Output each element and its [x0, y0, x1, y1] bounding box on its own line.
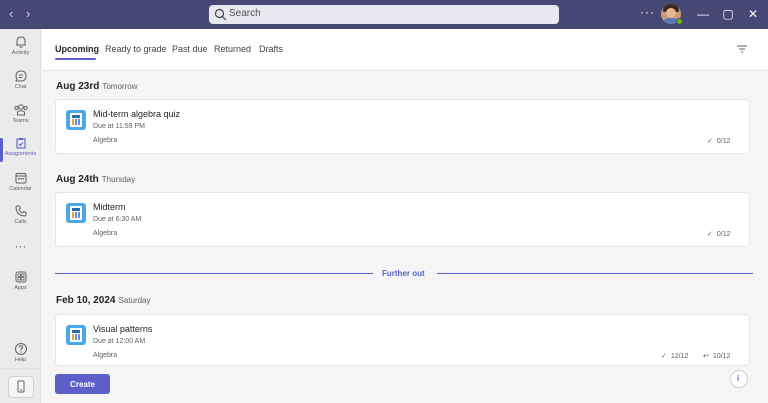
search-icon — [214, 8, 227, 21]
search-placeholder: Search — [229, 8, 261, 19]
help-icon — [14, 343, 27, 355]
assignment-card[interactable]: Visual patterns Due at 12:00 AM Algebra … — [55, 314, 750, 366]
close-icon[interactable]: ✕ — [745, 5, 761, 23]
return-arrow-icon: ↩ — [703, 353, 709, 360]
rail-label: Apps — [14, 285, 27, 291]
returned-count: ↩ 10/12 — [703, 352, 730, 360]
calculator-icon — [66, 110, 86, 130]
turned-in-value: 0/12 — [716, 231, 731, 238]
group-day-label: Tomorrow — [102, 82, 138, 91]
group-date-header: Aug 24th Thursday — [56, 174, 135, 185]
assignment-due: Due at 11:59 PM — [93, 123, 146, 130]
turned-in-count: ✓ 0/12 — [707, 230, 731, 238]
phone-icon — [14, 205, 26, 217]
rail-label: Calendar — [9, 186, 32, 192]
group-day-label: Saturday — [118, 296, 151, 305]
rail-item-chat[interactable]: Chat — [0, 67, 41, 99]
tab-upcoming[interactable]: Upcoming — [55, 44, 99, 54]
mobile-app-button[interactable] — [8, 376, 34, 398]
group-date-header: Feb 10, 2024 Saturday — [56, 295, 151, 306]
tab-bar: Upcoming Ready to grade Past due Returne… — [42, 29, 768, 71]
chat-icon — [14, 70, 27, 82]
rail-item-activity[interactable]: Activity — [0, 33, 41, 65]
rail-label: Teams — [12, 118, 29, 124]
bell-icon — [15, 36, 26, 48]
calendar-icon — [15, 173, 26, 184]
divider-label: Further out — [382, 269, 425, 278]
calculator-icon — [66, 325, 86, 345]
active-indicator — [0, 138, 3, 162]
more-options-icon[interactable]: ··· — [640, 5, 655, 19]
back-arrow-icon[interactable]: ‹ — [9, 6, 13, 22]
assignment-card[interactable]: Mid-term algebra quiz Due at 11:59 PM Al… — [55, 99, 750, 154]
group-date-header: Aug 23rd Tomorrow — [56, 81, 137, 92]
turned-in-value: 12/12 — [670, 353, 689, 360]
turned-in-value: 0/12 — [716, 138, 731, 145]
rail-item-apps[interactable]: Apps — [0, 268, 41, 300]
tab-drafts[interactable]: Drafts — [259, 44, 283, 54]
rail-divider — [0, 368, 41, 369]
returned-value: 10/12 — [712, 353, 731, 360]
rail-item-assignments[interactable]: Assignments — [0, 134, 41, 166]
filter-icon[interactable] — [736, 44, 748, 54]
minimize-icon[interactable]: — — [695, 5, 711, 23]
app-rail: Activity Chat Teams Assignments Calendar… — [0, 29, 41, 403]
tab-past-due[interactable]: Past due — [172, 44, 208, 54]
calculator-icon — [66, 203, 86, 223]
group-date: Aug 23rd — [56, 81, 100, 92]
assignment-title: Mid-term algebra quiz — [93, 109, 181, 119]
assignment-class: Algebra — [93, 137, 118, 144]
group-date: Feb 10, 2024 — [56, 295, 116, 306]
create-button[interactable]: Create — [55, 374, 110, 394]
assignment-title: Visual patterns — [93, 324, 153, 334]
tab-returned[interactable]: Returned — [214, 44, 251, 54]
forward-arrow-icon[interactable]: › — [26, 6, 30, 22]
info-icon: i — [737, 374, 740, 383]
group-day-label: Thursday — [101, 175, 136, 184]
assignment-class: Algebra — [93, 230, 118, 237]
rail-item-calendar[interactable]: Calendar — [0, 169, 41, 201]
search-input[interactable]: Search — [209, 5, 559, 24]
assignments-icon — [15, 138, 26, 149]
maximize-icon[interactable]: ▢ — [720, 5, 736, 23]
assignment-due: Due at 12:00 AM — [93, 338, 146, 345]
teams-icon — [13, 104, 28, 116]
turned-in-count: ✓ 12/12 — [661, 352, 688, 360]
check-icon: ✓ — [707, 231, 713, 238]
rail-item-calls[interactable]: Calls — [0, 202, 41, 234]
assignment-card[interactable]: Midterm Due at 6:30 AM Algebra ✓ 0/12 — [55, 192, 750, 247]
tab-ready-to-grade[interactable]: Ready to grade — [105, 44, 167, 54]
presence-available-icon — [676, 18, 683, 25]
rail-label: Assignments — [4, 151, 37, 157]
title-bar: ‹ › Search ··· — ▢ ✕ — [0, 0, 768, 29]
rail-label: Chat — [14, 84, 27, 90]
rail-label: Help — [14, 357, 27, 363]
check-icon: ✓ — [707, 138, 713, 145]
active-tab-indicator — [55, 58, 96, 60]
rail-label: Activity — [11, 50, 30, 56]
rail-label: Calls — [14, 219, 27, 225]
rail-item-teams[interactable]: Teams — [0, 101, 41, 133]
info-button[interactable]: i — [730, 370, 748, 388]
mobile-phone-icon — [17, 380, 25, 393]
apps-icon — [15, 271, 26, 283]
check-icon: ✓ — [661, 353, 667, 360]
group-date: Aug 24th — [56, 174, 99, 185]
assignment-class: Algebra — [93, 352, 118, 359]
further-out-divider: Further out — [55, 269, 753, 279]
assignments-main: Upcoming Ready to grade Past due Returne… — [42, 29, 768, 403]
turned-in-count: ✓ 0/12 — [707, 137, 731, 145]
more-apps-icon[interactable]: ··· — [0, 239, 41, 253]
assignment-title: Midterm — [93, 202, 126, 212]
assignment-due: Due at 6:30 AM — [93, 216, 142, 223]
